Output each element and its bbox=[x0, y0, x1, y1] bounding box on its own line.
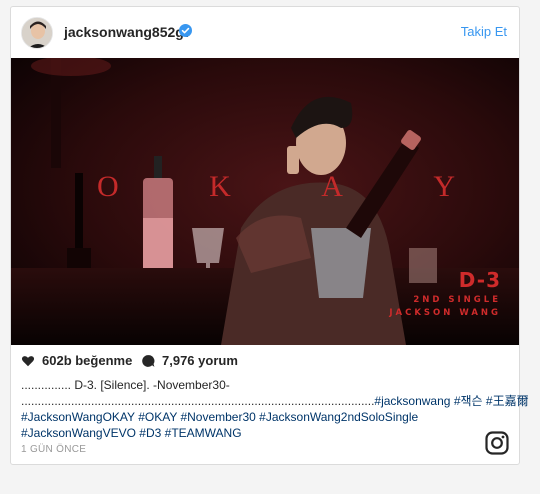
hashtag-link[interactable]: #JacksonWangOKAY bbox=[21, 410, 135, 424]
hashtag-link[interactable]: #November30 bbox=[180, 410, 255, 424]
follow-button[interactable]: Takip Et bbox=[461, 24, 507, 39]
post-photo[interactable]: O K A Y D-3 2ND SINGLE JACKSON WANG bbox=[11, 58, 519, 345]
avatar-image bbox=[22, 18, 52, 48]
hashtag-link[interactable]: #JacksonWangVEVO bbox=[21, 426, 136, 440]
hashtag-link[interactable]: #D3 bbox=[139, 426, 161, 440]
hashtag-link[interactable]: #JacksonWang2ndSoloSingle bbox=[259, 410, 418, 424]
post-timestamp[interactable]: 1 GÜN ÖNCE bbox=[21, 444, 86, 455]
caption-line: #JacksonWangOKAY #OKAY #November30 #Jack… bbox=[21, 409, 511, 425]
hashtag-link[interactable]: #잭슨 bbox=[454, 394, 483, 408]
verified-badge-icon bbox=[179, 24, 192, 37]
post-header: jacksonwang852g7 Takip Et bbox=[11, 7, 519, 57]
likes-text: 602b beğenme bbox=[42, 353, 133, 368]
username-link[interactable]: jacksonwang852g7 bbox=[64, 24, 192, 40]
photo-title-okay: O K A Y bbox=[97, 170, 457, 204]
photo-d3-badge: D-3 2ND SINGLE JACKSON WANG bbox=[389, 268, 501, 318]
okay-letter: O bbox=[97, 170, 121, 203]
instagram-embed-card: jacksonwang852g7 Takip Et O K A Y D-3 2N… bbox=[10, 6, 529, 465]
instagram-icon[interactable] bbox=[485, 431, 509, 455]
hashtag-link[interactable]: #TEAMWANG bbox=[165, 426, 242, 440]
caption-dots: ........................................… bbox=[21, 394, 375, 408]
hashtag-link[interactable]: #OKAY bbox=[138, 410, 177, 424]
artist-text: JACKSON WANG bbox=[389, 308, 501, 318]
okay-letter: K bbox=[209, 170, 233, 203]
comments-count[interactable]: 7,976 yorum bbox=[141, 353, 238, 368]
second-single-text: 2ND SINGLE bbox=[413, 295, 501, 305]
caption-line: #JacksonWangVEVO #D3 #TEAMWANG bbox=[21, 425, 511, 441]
hashtag-link[interactable]: #王嘉爾 bbox=[486, 394, 529, 408]
caption-line: ............... D-3. [Silence]. -Novembe… bbox=[21, 378, 230, 392]
heart-icon bbox=[21, 355, 35, 366]
okay-letter: Y bbox=[433, 170, 457, 203]
okay-letter: A bbox=[321, 170, 345, 203]
hashtag-link[interactable]: #jacksonwang bbox=[374, 394, 450, 408]
comments-text: 7,976 yorum bbox=[162, 353, 238, 368]
d3-text: D-3 bbox=[458, 268, 501, 292]
avatar[interactable] bbox=[21, 17, 53, 49]
likes-count[interactable]: 602b beğenme bbox=[21, 353, 132, 368]
post-caption: ............... D-3. [Silence]. -Novembe… bbox=[21, 377, 529, 441]
caption-line: ........................................… bbox=[21, 393, 529, 409]
comment-icon bbox=[142, 354, 155, 367]
